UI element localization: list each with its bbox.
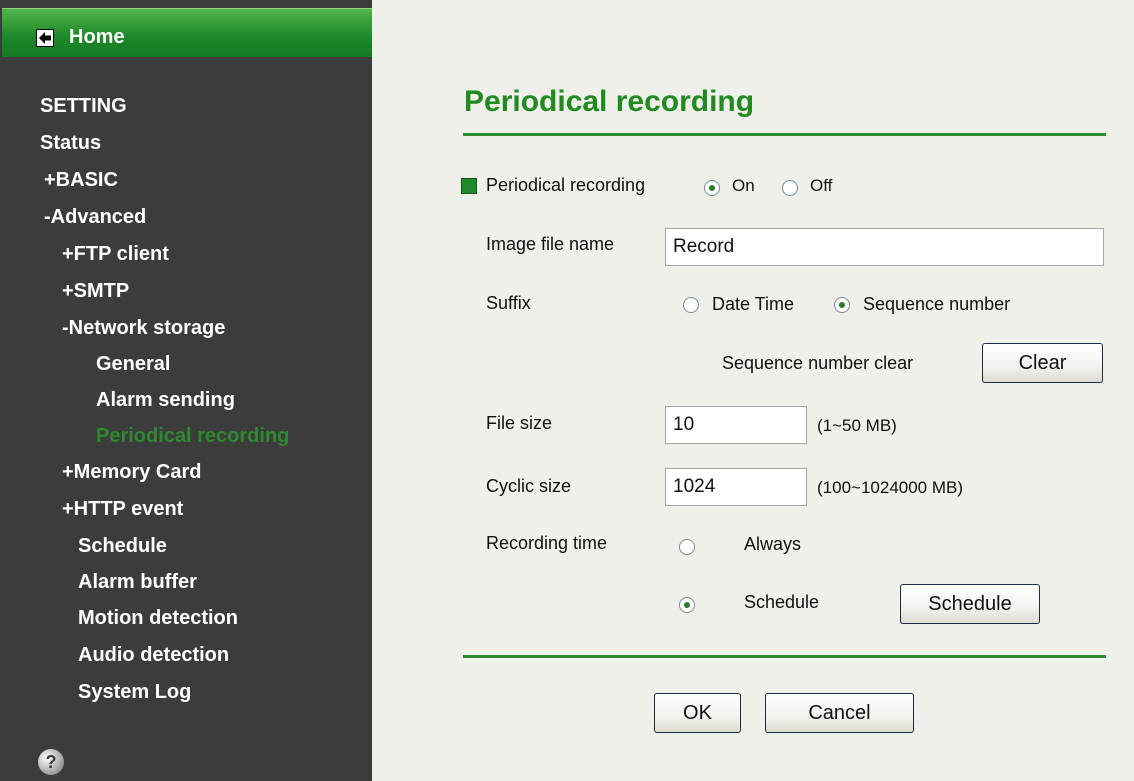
sidebar-item-status[interactable]: Status (40, 131, 101, 155)
clear-button[interactable]: Clear (982, 343, 1103, 383)
main-panel: Periodical recording Periodical recordin… (372, 0, 1134, 781)
periodical-off-label: Off (810, 176, 833, 195)
file-size-range: (1~50 MB) (817, 416, 897, 435)
sidebar-item-periodical-recording[interactable]: Periodical recording (96, 424, 289, 448)
sidebar-item-memory-card[interactable]: +Memory Card (62, 460, 202, 484)
recording-always-label: Always (744, 534, 802, 554)
page-title: Periodical recording (464, 85, 755, 118)
schedule-button[interactable]: Schedule (900, 584, 1040, 624)
file-size-input[interactable] (665, 406, 807, 444)
sidebar-item-alarm-buffer[interactable]: Alarm buffer (78, 570, 197, 594)
sidebar-item-general[interactable]: General (96, 352, 170, 376)
suffix-sequence-label: Sequence number (863, 294, 1011, 314)
sidebar-item-setting: SETTING (40, 95, 127, 117)
sidebar-item-smtp[interactable]: +SMTP (62, 279, 129, 303)
sidebar-item-http-event[interactable]: +HTTP event (62, 497, 183, 521)
sidebar-item-motion-detection[interactable]: Motion detection (78, 606, 238, 630)
recording-schedule-radio[interactable] (679, 597, 695, 613)
sidebar: Home SETTING Status +BASIC -Advanced +FT… (0, 0, 372, 781)
recording-schedule-label: Schedule (744, 592, 820, 612)
cyclic-size-label: Cyclic size (486, 476, 572, 496)
square-bullet-icon (461, 178, 477, 194)
back-arrow-icon[interactable] (36, 29, 54, 47)
sidebar-item-ftp-client[interactable]: +FTP client (62, 242, 169, 266)
sidebar-item-system-log[interactable]: System Log (78, 680, 191, 704)
home-label[interactable]: Home (69, 26, 125, 49)
recording-always-radio[interactable] (679, 539, 695, 555)
periodical-recording-label: Periodical recording (486, 175, 646, 195)
suffix-label: Suffix (486, 293, 531, 313)
sidebar-item-schedule[interactable]: Schedule (78, 534, 167, 558)
suffix-sequence-radio[interactable] (834, 297, 850, 313)
help-icon[interactable]: ? (38, 749, 64, 775)
suffix-date-time-radio[interactable] (683, 297, 699, 313)
sidebar-item-audio-detection[interactable]: Audio detection (78, 643, 229, 667)
image-file-name-label: Image file name (486, 234, 615, 254)
home-link[interactable]: Home (2, 8, 372, 57)
sidebar-item-advanced[interactable]: -Advanced (44, 205, 146, 229)
sequence-clear-label: Sequence number clear (722, 353, 914, 373)
periodical-on-radio[interactable] (704, 180, 720, 196)
file-size-label: File size (486, 413, 553, 433)
image-file-name-input[interactable] (665, 228, 1104, 266)
title-divider (463, 133, 1106, 136)
cyclic-size-input[interactable] (665, 468, 807, 506)
cancel-button[interactable]: Cancel (765, 693, 914, 733)
recording-time-label: Recording time (486, 533, 608, 553)
sidebar-item-basic[interactable]: +BASIC (44, 168, 118, 192)
suffix-date-time-label: Date Time (712, 294, 795, 314)
ok-button[interactable]: OK (654, 693, 741, 733)
bottom-divider (463, 655, 1106, 658)
periodical-on-label: On (732, 176, 755, 195)
periodical-off-radio[interactable] (782, 180, 798, 196)
sidebar-item-network-storage[interactable]: -Network storage (62, 316, 225, 340)
sidebar-item-alarm-sending[interactable]: Alarm sending (96, 388, 235, 412)
cyclic-size-range: (100~1024000 MB) (817, 478, 964, 497)
